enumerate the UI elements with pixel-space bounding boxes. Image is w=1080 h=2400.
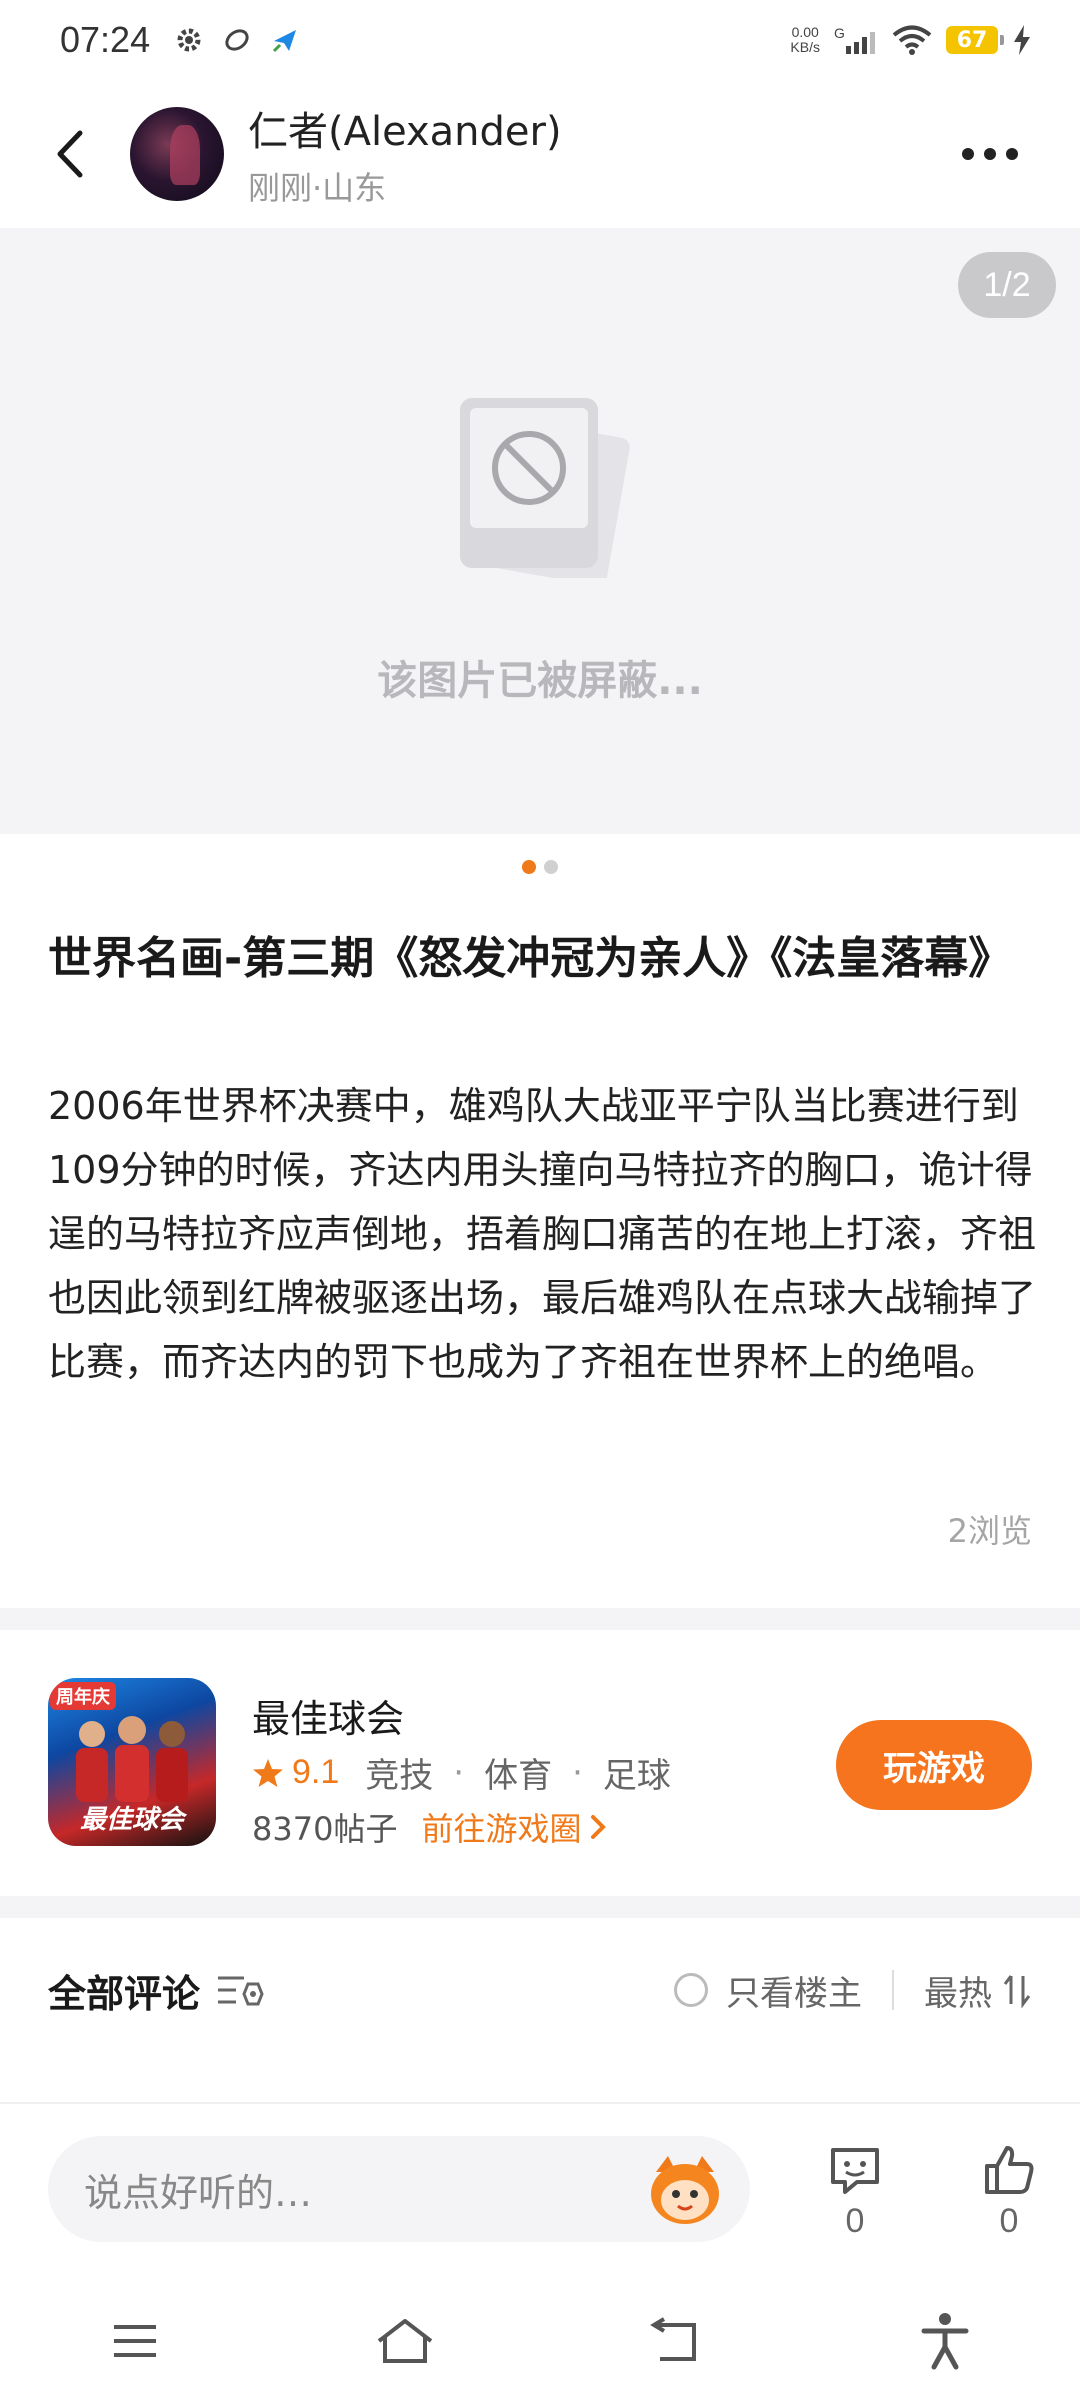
comments-header: 全部评论 只看楼主 最热 [0,1920,1080,2060]
filter-icon[interactable] [214,1970,264,2010]
game-icon[interactable]: 周年庆 最佳球会 [48,1678,216,1846]
more-options-button[interactable] [950,124,1030,184]
section-divider [0,1896,1080,1918]
nav-back-button[interactable] [635,2301,715,2381]
nav-home-button[interactable] [365,2301,445,2381]
play-game-button[interactable]: 玩游戏 [836,1720,1032,1810]
post-meta: 刚刚·山东 [248,169,387,207]
game-icon-logo: 最佳球会 [79,1805,184,1835]
blocked-image-icon [460,398,630,578]
menu-icon [114,2325,156,2357]
thumbs-up-icon [985,2146,1034,2194]
more-dot [1006,148,1018,160]
game-stats-row: 8370帖子 前往游戏圈 [252,1804,611,1850]
blocked-image-text: 该图片已被屏蔽... [377,658,703,704]
game-icon-badge: 周年庆 [50,1682,116,1710]
home-icon [377,2319,433,2363]
post-body: 2006年世界杯决赛中，雄鸡队大战亚平宁队当比赛进行到109分钟的时候，齐达内用… [48,1084,1037,1384]
signal-label: G [834,25,845,41]
game-rating-row: 9.1 竞技 · 体育 · 足球 [252,1748,671,1797]
game-tag: 足球 [602,1756,671,1796]
sync-icon [225,29,249,51]
user-name: 仁者(Alexander) [248,109,562,155]
system-nav-bar [0,2282,1080,2400]
tag-separator: · [572,1752,583,1793]
like-action[interactable]: 0 [964,2142,1054,2241]
sort-icon [1003,1975,1031,2008]
net-speed-value: 0.00 [791,24,819,40]
game-card[interactable]: 周年庆 最佳球会 最佳球会 9.1 竞技 · 体育 · 足球 8370帖子 前往… [0,1632,1080,1892]
carousel-dot-active[interactable] [522,860,536,874]
signal-icon: G [834,25,875,54]
game-tag: 竞技 [365,1756,434,1796]
carousel-dots [0,860,1080,874]
post-header: 仁者(Alexander) 刚刚·山东 [0,80,1080,228]
comment-input-placeholder: 说点好听的… [84,2170,313,2215]
only-op-toggle[interactable]: 只看楼主 [674,1966,862,2015]
sort-label: 最热 [924,1973,992,2014]
comment-input-bar: 说点好听的… 0 0 [0,2102,1080,2282]
like-count: 0 [999,2202,1019,2240]
players-illustration [76,1716,188,1802]
only-op-label: 只看楼主 [726,1973,862,2014]
battery-indicator: 67 [946,26,1004,54]
status-bar: 07:24 0.00 KB/s G 67 [0,0,1080,80]
status-notification-icons [174,25,300,55]
user-info[interactable]: 仁者(Alexander) 刚刚·山东 [248,99,562,209]
star-icon [253,1758,283,1787]
game-rating: 9.1 [292,1753,340,1791]
comment-action[interactable]: 0 [810,2142,900,2241]
more-dot [984,148,996,160]
settings-gear-icon [177,28,201,52]
game-name[interactable]: 最佳球会 [252,1688,404,1743]
wifi-icon [892,25,932,55]
nav-accessibility-button[interactable] [905,2301,985,2381]
sort-button[interactable]: 最热 [924,1966,1032,2015]
image-page-indicator: 1/2 [958,252,1056,318]
post-image-carousel[interactable]: 1/2 该图片已被屏蔽... [0,228,1080,834]
section-divider [0,1608,1080,1630]
header-divider [892,1970,894,2010]
tag-separator: · [453,1752,465,1793]
back-button[interactable] [30,114,110,194]
carousel-dot[interactable] [544,860,558,874]
comment-icon [831,2148,879,2194]
net-speed-unit: KB/s [790,39,820,55]
return-icon [650,2317,696,2361]
game-tag: 体育 [484,1756,553,1796]
more-dots-icon [962,148,974,160]
comment-count: 0 [845,2202,865,2240]
status-time: 07:24 [60,19,151,60]
goto-game-circle-link[interactable]: 前往游戏圈 [421,1804,581,1850]
nav-menu-button[interactable] [95,2301,175,2381]
view-count: 2浏览 [947,1512,1032,1550]
chevron-right-icon [591,1815,607,1839]
comments-title: 全部评论 [48,1971,201,2016]
net-speed: 0.00 KB/s [790,25,820,55]
status-right-group: 0.00 KB/s G 67 [790,24,1032,56]
mascot-emoji-icon[interactable] [646,2152,724,2226]
game-post-count: 8370帖子 [252,1810,398,1848]
send-app-icon [273,30,297,53]
back-arrow-icon [57,130,83,178]
user-avatar[interactable] [130,107,224,201]
post-title: 世界名画-第三期《怒发冲冠为亲人》《法皇落幕》 [48,933,1013,984]
accessibility-icon [921,2313,969,2370]
only-op-radio[interactable] [674,1973,708,2007]
charging-bolt-icon [1014,25,1030,55]
comment-input[interactable]: 说点好听的… [48,2136,750,2242]
